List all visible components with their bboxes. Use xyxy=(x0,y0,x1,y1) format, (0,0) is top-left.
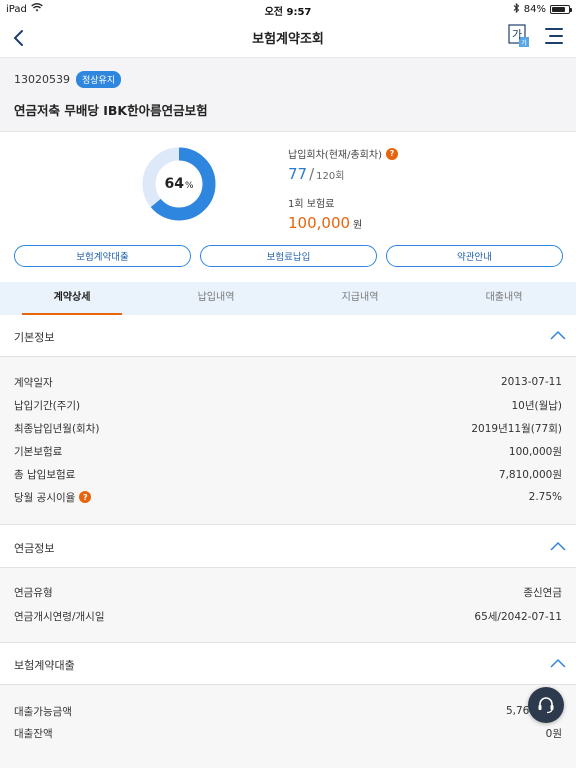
info-row: 기본보험료 100,000원 xyxy=(14,443,562,459)
row-label: 대출잔액 xyxy=(14,727,53,740)
font-size-button[interactable]: 가 가 xyxy=(508,23,530,49)
section-header-loan[interactable]: 보험계약대출 xyxy=(0,643,576,685)
info-row: 계약일자 2013-07-11 xyxy=(14,374,562,390)
info-row: 연금개시연령/개시일 65세/2042-07-11 xyxy=(14,608,562,624)
section-body-loan: 대출가능금액 5,760 대출잔액 0원 xyxy=(0,685,576,768)
row-label: 계약일자 xyxy=(14,376,53,389)
chevron-up-icon[interactable] xyxy=(550,541,566,551)
section-title: 연금정보 xyxy=(14,542,55,555)
premium-value: 100,000 xyxy=(288,214,351,232)
row-label: 최종납입년월(회차) xyxy=(14,422,100,435)
info-row: 납입기간(주기) 10년(월납) xyxy=(14,397,562,413)
info-row: 총 납입보험료 7,810,000원 xyxy=(14,466,562,482)
row-value: 65세/2042-07-11 xyxy=(474,610,562,623)
status-badge: 정상유지 xyxy=(76,71,122,88)
row-label: 납입기간(주기) xyxy=(14,399,81,412)
chat-support-button[interactable] xyxy=(528,687,564,723)
info-row: 대출잔액 0원 xyxy=(14,725,562,741)
row-label: 당월 공시이율 xyxy=(14,491,76,504)
page-title: 보험계약조회 xyxy=(252,32,324,47)
menu-button[interactable] xyxy=(544,27,564,45)
tab-loan-history[interactable]: 대출내역 xyxy=(432,282,576,315)
section-body-basic: 계약일자 2013-07-11 납입기간(주기) 10년(월납) 최종납입년월(회차… xyxy=(0,357,576,525)
bluetooth-icon xyxy=(513,2,520,16)
action-buttons: 보험계약대출 보험료납입 약관안내 xyxy=(14,245,563,267)
status-bar: iPad 오전 9:57 84% xyxy=(0,0,576,18)
tab-payout-history[interactable]: 지급내역 xyxy=(288,282,432,315)
chevron-up-icon[interactable] xyxy=(550,658,566,668)
battery-icon xyxy=(550,5,572,14)
payment-count-label: 납입회차(현재/총회차) xyxy=(288,150,382,161)
row-value: 100,000원 xyxy=(508,445,562,458)
progress-label: 64% xyxy=(140,145,218,223)
chevron-up-icon[interactable] xyxy=(550,330,566,340)
help-icon[interactable]: ? xyxy=(385,147,398,160)
tab-payment-history[interactable]: 납입내역 xyxy=(144,282,288,315)
contract-number: 13020539 xyxy=(14,73,70,86)
row-value: 7,810,000원 xyxy=(498,468,562,481)
row-label: 연금개시연령/개시일 xyxy=(14,610,105,623)
headset-icon xyxy=(538,697,554,714)
contract-header: 13020539 정상유지 연금저축 무배당 IBK한아름연금보험 xyxy=(0,58,576,132)
info-row: 대출가능금액 5,760 xyxy=(14,703,562,719)
section-header-basic[interactable]: 기본정보 xyxy=(0,315,576,357)
row-value: 2.75% xyxy=(528,491,562,503)
current-count: 77 xyxy=(288,165,308,183)
row-value: 종신연금 xyxy=(523,586,562,599)
payment-count: 77/120회 xyxy=(288,165,398,183)
status-time: 오전 9:57 xyxy=(264,7,312,18)
section-title: 기본정보 xyxy=(14,331,55,344)
info-row: 연금유형 종신연금 xyxy=(14,584,562,600)
font-size-icon: 가 가 xyxy=(508,24,529,47)
row-value: 2013-07-11 xyxy=(500,376,562,388)
pay-premium-button[interactable]: 보험료납입 xyxy=(200,245,377,267)
premium-amount: 100,000 원 xyxy=(288,214,398,232)
battery-percent: 84% xyxy=(523,4,546,15)
row-value: 0원 xyxy=(545,727,562,740)
terms-button[interactable]: 약관안내 xyxy=(386,245,563,267)
product-name: 연금저축 무배당 IBK한아름연금보험 xyxy=(14,103,208,118)
premium-unit: 원 xyxy=(353,220,363,231)
policy-loan-button[interactable]: 보험계약대출 xyxy=(14,245,191,267)
row-label: 기본보험료 xyxy=(14,445,63,458)
section-header-annuity[interactable]: 연금정보 xyxy=(0,526,576,568)
progress-value: 64 xyxy=(164,176,184,192)
premium-label: 1회 보험료 xyxy=(288,199,335,210)
navigation-bar: 보험계약조회 가 가 xyxy=(0,18,576,58)
row-label: 총 납입보험료 xyxy=(14,468,76,481)
row-label: 연금유형 xyxy=(14,586,53,599)
row-value: 2019년11월(77회) xyxy=(471,422,562,435)
total-count: 120회 xyxy=(316,171,345,182)
help-icon[interactable]: ? xyxy=(79,491,92,503)
section-title: 보험계약대출 xyxy=(14,659,75,672)
tab-bar: 계약상세 납입내역 지급내역 대출내역 xyxy=(0,282,576,315)
info-row: 당월 공시이율? 2.75% xyxy=(14,489,562,505)
menu-icon xyxy=(545,28,563,44)
count-separator: / xyxy=(309,165,315,183)
svg-text:가: 가 xyxy=(521,39,527,47)
tab-contract-detail[interactable]: 계약상세 xyxy=(0,282,144,315)
info-row: 최종납입년월(회차) 2019년11월(77회) xyxy=(14,420,562,436)
row-value: 10년(월납) xyxy=(511,399,562,412)
section-body-annuity: 연금유형 종신연금 연금개시연령/개시일 65세/2042-07-11 xyxy=(0,568,576,643)
row-label: 대출가능금액 xyxy=(14,705,72,718)
progress-percent-sign: % xyxy=(184,180,194,191)
